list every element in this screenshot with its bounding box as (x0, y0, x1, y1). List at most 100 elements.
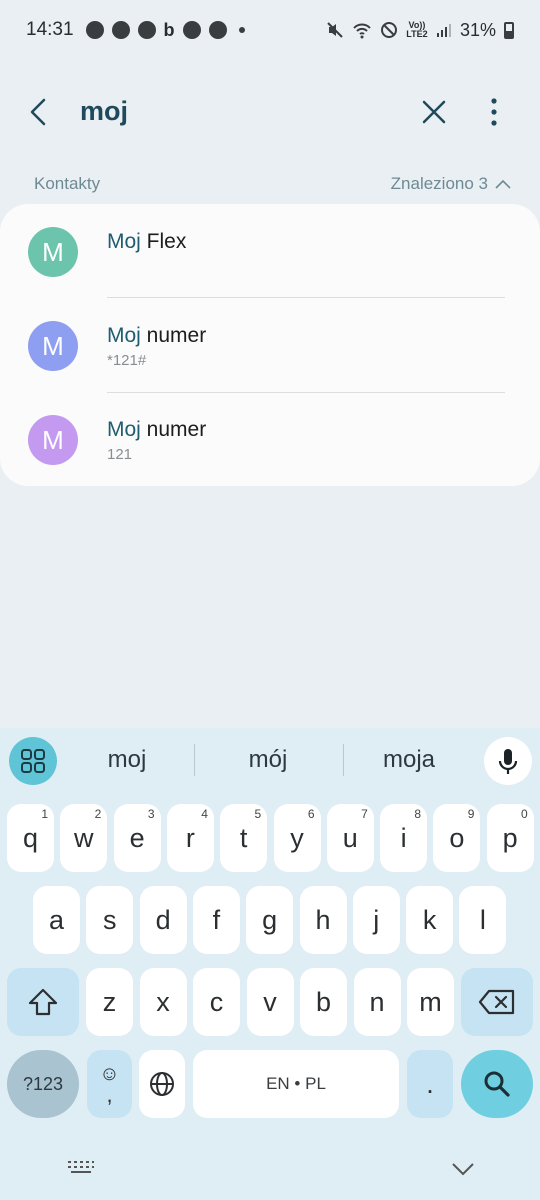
more-options-button[interactable] (476, 92, 512, 132)
contact-name-match: Moj (107, 324, 141, 347)
key-i[interactable]: i8 (380, 804, 428, 872)
contact-name-match: Moj (107, 230, 141, 253)
key-d[interactable]: d (139, 886, 187, 954)
key-number-hint: 3 (147, 807, 155, 821)
key-v[interactable]: v (246, 968, 294, 1036)
key-m[interactable]: m (407, 968, 454, 1036)
key-number-hint: 7 (361, 807, 368, 821)
globe-icon (150, 1072, 174, 1096)
key-label: h (315, 904, 331, 935)
do-not-disturb-icon (380, 22, 397, 38)
status-bar: 14:31 b Vo)) LTE2 31% (0, 0, 540, 60)
key-label: f (212, 904, 221, 935)
key-label: m (419, 986, 442, 1017)
more-notifications-dot (238, 27, 245, 33)
key-b[interactable]: b (300, 968, 347, 1036)
key-number-hint: 0 (521, 807, 528, 821)
suggestion-2[interactable]: mój (208, 746, 328, 774)
hide-keyboard-icon[interactable] (449, 1160, 477, 1178)
key-r[interactable]: r4 (166, 804, 214, 872)
key-label: e (129, 822, 145, 853)
language-key[interactable] (139, 1050, 185, 1118)
key-label: n (369, 986, 385, 1017)
key-x[interactable]: x (139, 968, 187, 1036)
avatar: M (28, 227, 78, 277)
search-key[interactable] (461, 1050, 533, 1118)
contact-name-rest: numer (140, 418, 207, 441)
symbols-key[interactable]: ?123 (7, 1050, 79, 1118)
key-label: x (156, 986, 170, 1017)
key-a[interactable]: a (33, 886, 80, 954)
search-input[interactable]: moj (80, 96, 128, 127)
key-number-hint: 1 (41, 807, 48, 821)
key-number-hint: 5 (254, 807, 262, 821)
wifi-icon (353, 23, 371, 39)
space-key[interactable]: EN • PL (193, 1050, 399, 1118)
key-f[interactable]: f (192, 886, 240, 954)
key-label: a (48, 904, 65, 935)
clear-search-button[interactable] (414, 92, 454, 132)
close-icon (422, 100, 446, 124)
key-u[interactable]: u7 (326, 804, 374, 872)
shift-key[interactable] (7, 968, 79, 1036)
back-button[interactable] (22, 92, 58, 132)
contact-row[interactable]: M Moj Flex (0, 204, 540, 298)
voice-input-button[interactable] (484, 737, 532, 785)
key-q[interactable]: q1 (7, 804, 54, 872)
search-icon (484, 1071, 510, 1097)
key-label: v (263, 986, 277, 1017)
grid-icon (21, 749, 45, 773)
key-g[interactable]: g (246, 886, 294, 954)
key-l[interactable]: l (459, 886, 507, 954)
found-count-toggle[interactable]: Znaleziono 3 (391, 174, 512, 194)
key-number-hint: 2 (94, 807, 102, 821)
suggestion-1[interactable]: moj (67, 746, 187, 774)
key-k[interactable]: k (406, 886, 454, 954)
contact-row[interactable]: M Moj numer 121 (0, 392, 540, 486)
comma-label: , (106, 1082, 113, 1107)
key-e[interactable]: e3 (113, 804, 161, 872)
key-t[interactable]: t5 (220, 804, 268, 872)
key-y[interactable]: y6 (273, 804, 321, 872)
contact-name-match: Moj (107, 418, 141, 441)
suggestion-3[interactable]: moja (349, 746, 469, 774)
key-label: o (449, 822, 465, 853)
key-label: i (400, 822, 407, 853)
key-o[interactable]: o9 (433, 804, 481, 872)
key-h[interactable]: h (299, 886, 347, 954)
b-notification-icon: b (163, 19, 175, 40)
key-number-hint: 8 (414, 807, 422, 821)
contact-name: Moj numer (107, 324, 206, 348)
key-label: r (185, 822, 195, 853)
key-j[interactable]: j (352, 886, 400, 954)
key-c[interactable]: c (193, 968, 240, 1036)
backspace-key[interactable] (461, 968, 533, 1036)
key-label: p (502, 822, 518, 853)
messenger-notification-icon-2 (137, 21, 156, 39)
key-label: z (102, 986, 117, 1017)
key-z[interactable]: z (86, 968, 133, 1036)
microphone-icon (498, 749, 518, 774)
key-s[interactable]: s (86, 886, 134, 954)
key-p[interactable]: p0 (486, 804, 534, 872)
suggestion-divider (194, 744, 195, 776)
keyboard-switch-icon[interactable] (66, 1158, 96, 1178)
contact-detail: *121# (107, 352, 147, 369)
key-label: s (103, 904, 117, 935)
period-key[interactable]: . (407, 1050, 453, 1118)
key-number-hint: 6 (307, 807, 315, 821)
suggestion-divider (343, 744, 344, 776)
key-label: t (239, 822, 248, 853)
found-count-label: Znaleziono 3 (390, 174, 488, 193)
key-label: c (209, 986, 224, 1017)
key-w[interactable]: w2 (60, 804, 108, 872)
emoji-comma-key[interactable]: ☺ , (87, 1050, 132, 1118)
key-n[interactable]: n (353, 968, 401, 1036)
spotify-notification-icon (208, 21, 227, 39)
avatar: M (28, 415, 78, 465)
key-label: q (22, 822, 39, 853)
keyboard-menu-button[interactable] (9, 737, 57, 785)
chevron-left-icon (30, 98, 46, 126)
key-label: d (155, 904, 171, 935)
contact-row[interactable]: M Moj numer *121# (0, 298, 540, 392)
